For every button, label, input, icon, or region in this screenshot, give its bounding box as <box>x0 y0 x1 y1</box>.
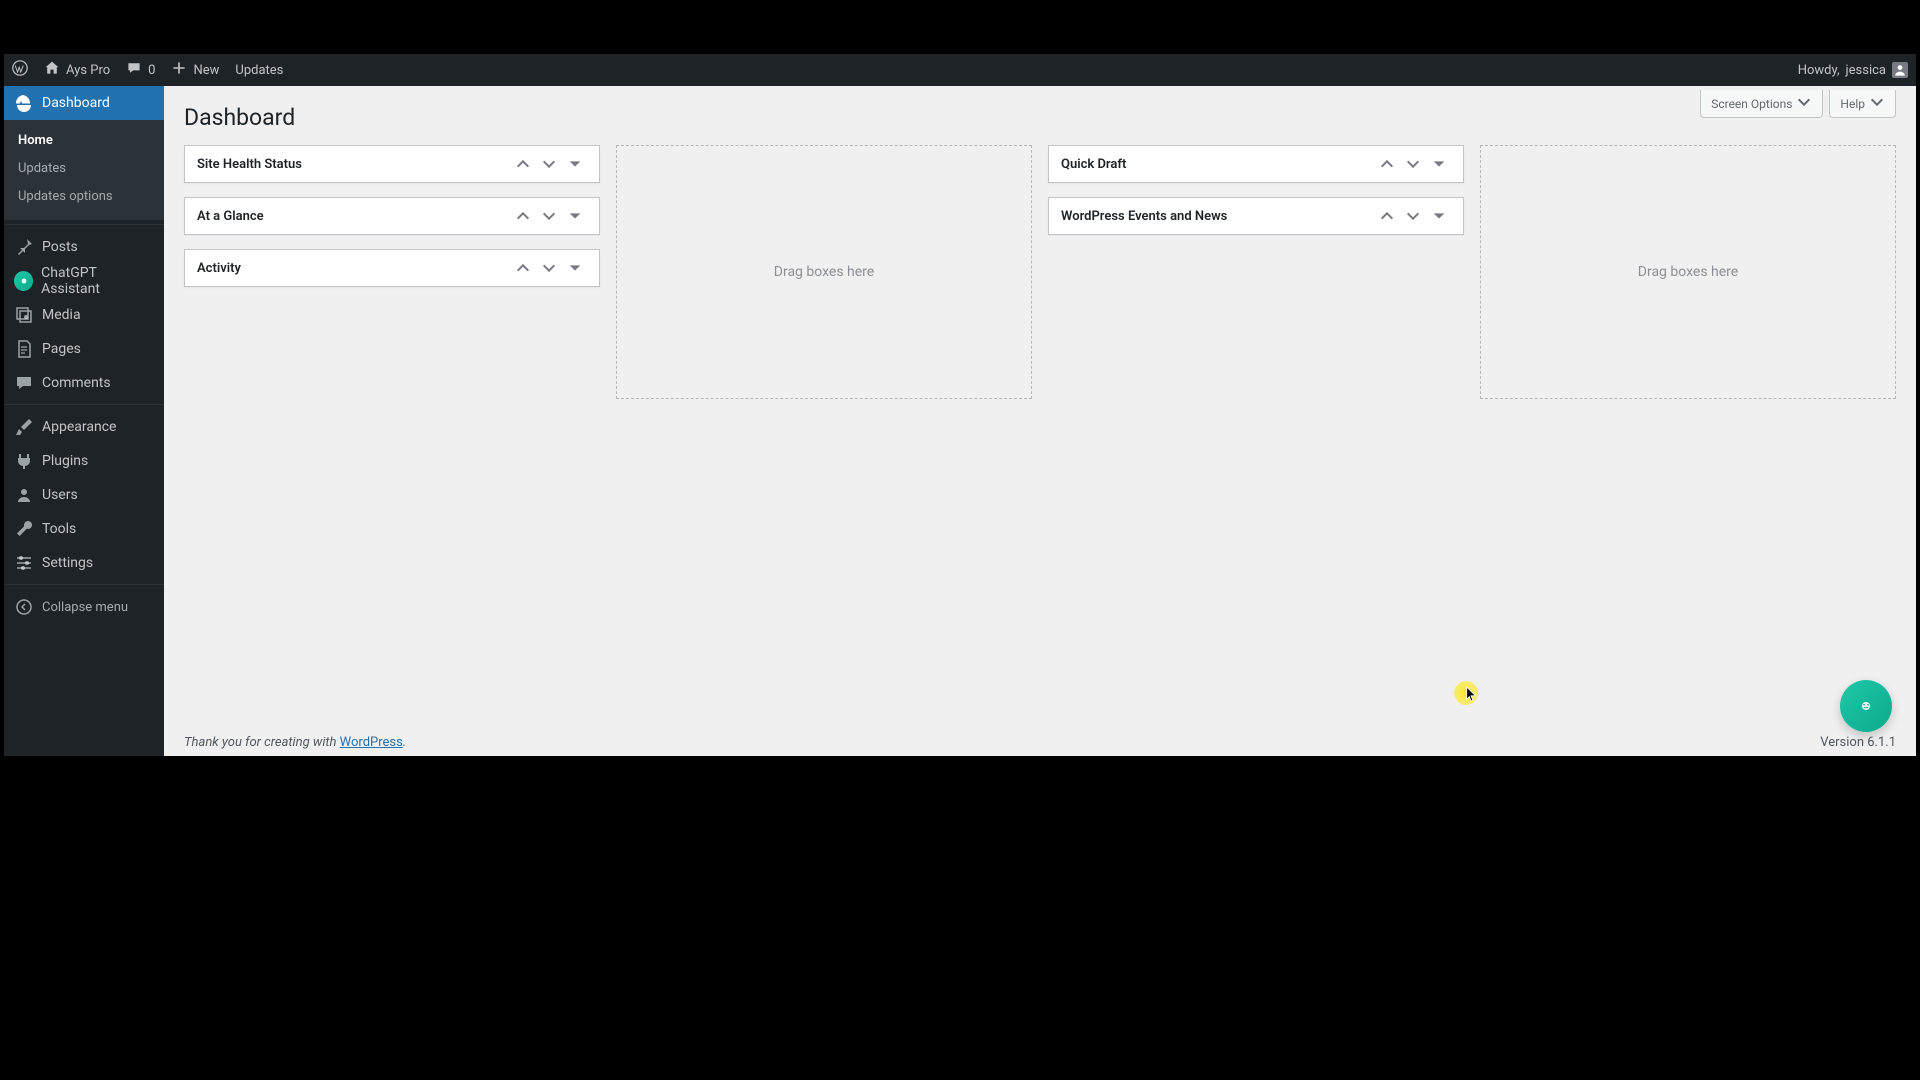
toggle-button[interactable] <box>563 256 587 280</box>
footer-link[interactable]: WordPress <box>340 735 403 750</box>
sidebar-item-settings[interactable]: Settings <box>4 546 164 580</box>
collapse-icon <box>14 597 34 617</box>
pin-icon <box>14 237 34 257</box>
avatar-icon <box>1892 62 1908 78</box>
move-down-button[interactable] <box>537 152 561 176</box>
move-down-button[interactable] <box>1401 152 1425 176</box>
postbox-title: WordPress Events and News <box>1061 209 1375 224</box>
updates-label: Updates <box>235 63 283 78</box>
move-up-button[interactable] <box>511 256 535 280</box>
dashboard-submenu: Home Updates Updates options <box>4 120 164 220</box>
toggle-button[interactable] <box>563 204 587 228</box>
comments-item[interactable]: 0 <box>118 54 163 86</box>
user-icon <box>14 485 34 505</box>
move-up-button[interactable] <box>1375 152 1399 176</box>
chatgpt-bubble-icon <box>1858 698 1874 714</box>
menu-separator <box>4 580 164 585</box>
admin-bar: Ays Pro 0 New Updates Howdy, jessica <box>4 54 1916 86</box>
comments-count: 0 <box>148 63 155 78</box>
chatgpt-icon <box>14 271 33 291</box>
home-icon <box>44 60 60 80</box>
site-name-item[interactable]: Ays Pro <box>36 54 118 86</box>
pages-icon <box>14 339 34 359</box>
footer: Thank you for creating with WordPress. V… <box>184 735 1896 750</box>
chevron-down-icon <box>1869 94 1885 113</box>
sidebar-item-chatgpt[interactable]: ChatGPT Assistant <box>4 264 164 298</box>
postbox-title: At a Glance <box>197 209 511 224</box>
toggle-button[interactable] <box>1427 204 1451 228</box>
dropzone[interactable]: Drag boxes here <box>616 145 1032 399</box>
help-button[interactable]: Help <box>1829 90 1896 118</box>
move-down-button[interactable] <box>537 204 561 228</box>
sidebar-item-users[interactable]: Users <box>4 478 164 512</box>
postbox-at-a-glance[interactable]: At a Glance <box>184 197 600 235</box>
toggle-button[interactable] <box>1427 152 1451 176</box>
howdy-item[interactable]: Howdy, jessica <box>1798 62 1916 78</box>
postbox-column-3: Quick Draft WordPress Events and News <box>1048 145 1464 399</box>
sidebar-item-comments[interactable]: Comments <box>4 366 164 400</box>
postbox-quick-draft[interactable]: Quick Draft <box>1048 145 1464 183</box>
dashboard-icon <box>14 93 34 113</box>
menu-separator <box>4 400 164 405</box>
comment-icon <box>126 60 142 80</box>
page-title: Dashboard <box>184 86 1896 145</box>
plug-icon <box>14 451 34 471</box>
cursor-highlight <box>1454 681 1478 705</box>
move-down-button[interactable] <box>1401 204 1425 228</box>
postbox-title: Site Health Status <box>197 157 511 172</box>
sidebar-item-plugins[interactable]: Plugins <box>4 444 164 478</box>
move-up-button[interactable] <box>1375 204 1399 228</box>
sliders-icon <box>14 553 34 573</box>
move-up-button[interactable] <box>511 152 535 176</box>
submenu-updates[interactable]: Updates <box>4 154 164 182</box>
sidebar-item-tools[interactable]: Tools <box>4 512 164 546</box>
sidebar-item-label: Dashboard <box>42 95 110 111</box>
toggle-button[interactable] <box>563 152 587 176</box>
comment-icon <box>14 373 34 393</box>
postbox-title: Quick Draft <box>1061 157 1375 172</box>
content-area: Screen Options Help Dashboard Site Healt… <box>164 86 1916 756</box>
move-up-button[interactable] <box>511 204 535 228</box>
site-name-label: Ays Pro <box>66 63 110 78</box>
dropzone-label: Drag boxes here <box>774 264 874 280</box>
submenu-home[interactable]: Home <box>4 126 164 154</box>
postbox-site-health[interactable]: Site Health Status <box>184 145 600 183</box>
postbox-column-4: Drag boxes here <box>1480 145 1896 399</box>
updates-item[interactable]: Updates <box>227 54 291 86</box>
menu-separator <box>4 220 164 225</box>
wrench-icon <box>14 519 34 539</box>
sidebar-item-dashboard[interactable]: Dashboard <box>4 86 164 120</box>
sidebar-item-posts[interactable]: Posts <box>4 230 164 264</box>
dropzone[interactable]: Drag boxes here <box>1480 145 1896 399</box>
wordpress-icon <box>12 60 28 80</box>
admin-sidebar: Dashboard Home Updates Updates options P… <box>4 86 164 756</box>
new-label: New <box>193 63 219 78</box>
plus-icon <box>171 60 187 80</box>
sidebar-item-pages[interactable]: Pages <box>4 332 164 366</box>
howdy-prefix: Howdy, <box>1798 63 1840 78</box>
cursor-icon <box>1464 686 1480 702</box>
submenu-updates-options[interactable]: Updates options <box>4 182 164 210</box>
move-down-button[interactable] <box>537 256 561 280</box>
chevron-down-icon <box>1796 94 1812 113</box>
collapse-menu-button[interactable]: Collapse menu <box>4 590 164 624</box>
footer-text: Thank you for creating with <box>184 735 340 750</box>
dropzone-label: Drag boxes here <box>1638 264 1738 280</box>
chatgpt-assistant-bubble[interactable] <box>1840 680 1892 732</box>
postbox-column-1: Site Health Status At a Glance <box>184 145 600 399</box>
footer-version: Version 6.1.1 <box>1820 735 1896 750</box>
howdy-username: jessica <box>1846 63 1886 78</box>
media-icon <box>14 305 34 325</box>
screen-options-button[interactable]: Screen Options <box>1700 90 1823 118</box>
postbox-title: Activity <box>197 261 511 276</box>
postbox-activity[interactable]: Activity <box>184 249 600 287</box>
sidebar-item-appearance[interactable]: Appearance <box>4 410 164 444</box>
postbox-column-2: Drag boxes here <box>616 145 1032 399</box>
sidebar-item-media[interactable]: Media <box>4 298 164 332</box>
brush-icon <box>14 417 34 437</box>
wordpress-logo-item[interactable] <box>4 54 36 86</box>
new-item[interactable]: New <box>163 54 227 86</box>
postbox-wp-events[interactable]: WordPress Events and News <box>1048 197 1464 235</box>
